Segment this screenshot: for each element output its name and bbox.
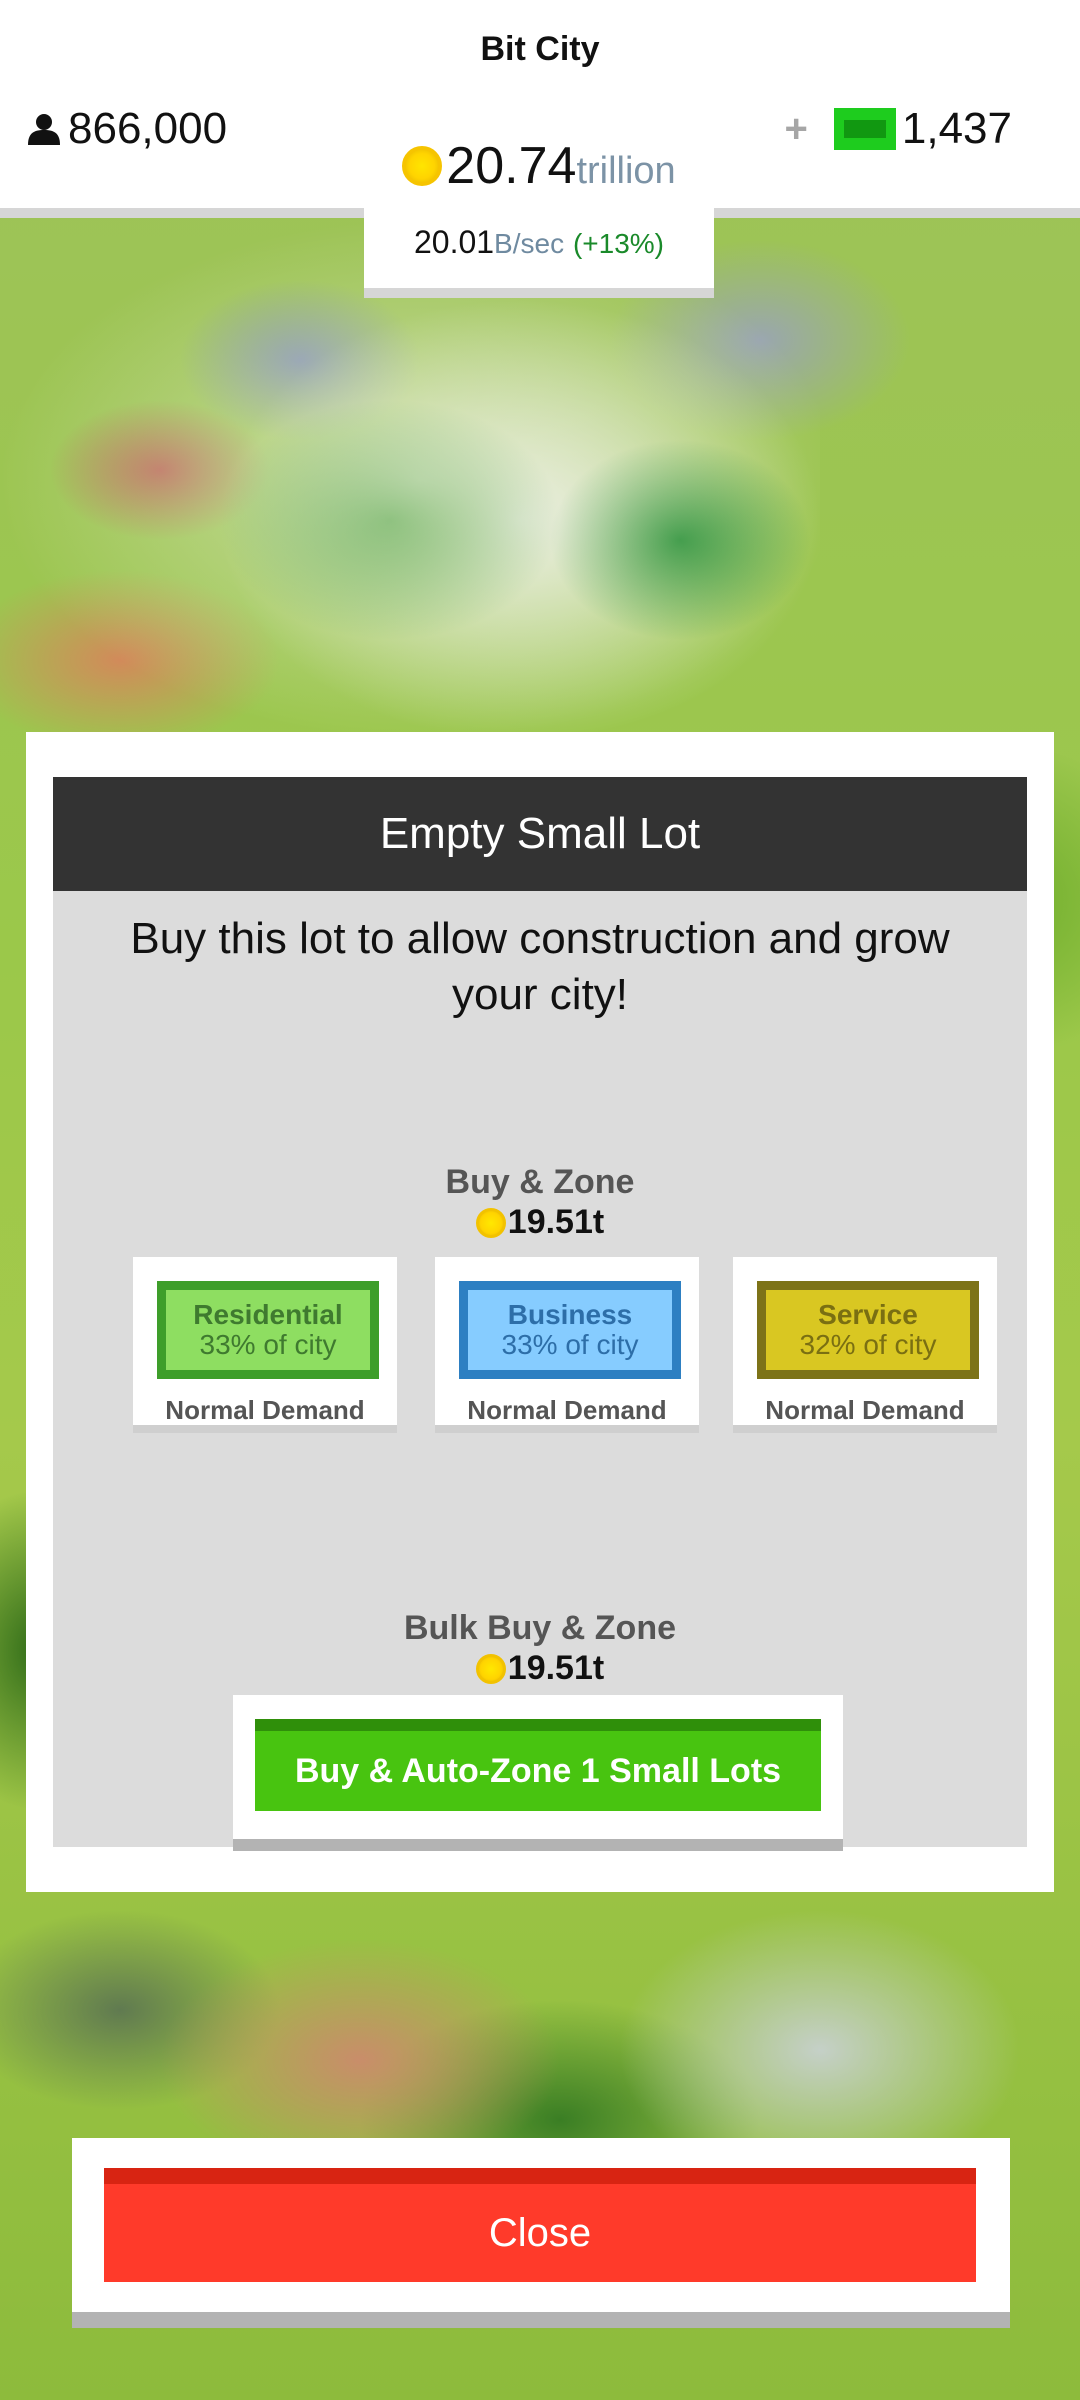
close-card: Close	[72, 2138, 1010, 2328]
bulk-buy-card: Buy & Auto-Zone 1 Small Lots	[233, 1695, 843, 1851]
person-icon	[28, 114, 60, 145]
coin-balance: 20.74 trillion	[364, 136, 714, 196]
business-zone-button[interactable]: Business 33% of city	[459, 1281, 681, 1379]
dialog-title: Empty Small Lot	[53, 777, 1027, 891]
rate-bonus: (+13%)	[572, 228, 665, 259]
city-map-haze	[0, 220, 820, 740]
population-counter: 866,000	[26, 104, 227, 154]
bulk-buy-price-value: 19.51t	[507, 1649, 605, 1687]
lot-dialog-body: Empty Small Lot Buy this lot to allow co…	[53, 777, 1027, 1851]
residential-zone-button[interactable]: Residential 33% of city	[157, 1281, 379, 1379]
bulk-buy-price: 19.51t	[53, 1649, 1027, 1688]
buy-zone-label: Buy & Zone	[445, 1163, 635, 1201]
rate-unit: B/sec	[494, 228, 565, 259]
zone-card-service: Service 32% of city Normal Demand	[733, 1257, 997, 1433]
cash-icon	[833, 108, 896, 150]
coin-icon	[475, 1207, 506, 1238]
zone-card-residential: Residential 33% of city Normal Demand	[133, 1257, 397, 1433]
coin-icon	[475, 1653, 506, 1684]
zone-demand: Normal Demand	[165, 1395, 365, 1425]
rate-value: 20.01	[413, 224, 495, 260]
dialog-description: Buy this lot to allow construction and g…	[130, 914, 950, 1019]
zone-demand: Normal Demand	[467, 1395, 667, 1425]
bucks-counter[interactable]: + 1,437	[785, 104, 1012, 154]
coin-icon	[402, 146, 443, 186]
zone-card-business: Business 33% of city Normal Demand	[435, 1257, 699, 1433]
population-value: 866,000	[68, 104, 228, 153]
buy-zone-price: 19.51t	[53, 1203, 1027, 1242]
bulk-buy-label: Bulk Buy & Zone	[403, 1609, 677, 1647]
bucks-value: 1,437	[901, 104, 1012, 153]
zone-name: Service	[818, 1299, 918, 1330]
income-rate: 20.01B/sec (+13%)	[364, 224, 714, 261]
service-zone-button[interactable]: Service 32% of city	[757, 1281, 979, 1379]
city-title: Bit City	[480, 30, 600, 68]
zone-name: Business	[507, 1299, 633, 1330]
close-button[interactable]: Close	[104, 2168, 976, 2282]
lot-dialog: Empty Small Lot Buy this lot to allow co…	[26, 732, 1054, 1892]
buy-zone-price-value: 19.51t	[507, 1203, 605, 1241]
plus-icon[interactable]: +	[785, 107, 808, 152]
coin-panel: 20.74 trillion 20.01B/sec (+13%)	[364, 120, 714, 298]
coin-value: 20.74	[446, 137, 577, 195]
buy-auto-zone-button[interactable]: Buy & Auto-Zone 1 Small Lots	[255, 1719, 821, 1811]
zone-share: 33% of city	[501, 1329, 639, 1360]
coin-unit: trillion	[576, 150, 676, 192]
zone-share: 33% of city	[199, 1329, 337, 1360]
zone-demand: Normal Demand	[765, 1395, 965, 1425]
zone-name: Residential	[193, 1299, 343, 1330]
zone-share: 32% of city	[799, 1329, 937, 1360]
